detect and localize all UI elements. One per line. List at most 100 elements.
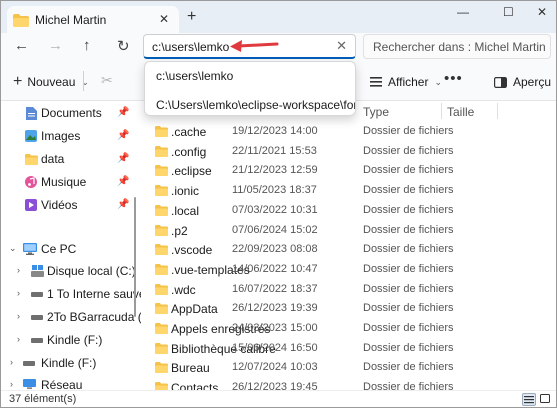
clear-address-icon[interactable]: ✕ bbox=[336, 38, 347, 54]
chevron-down-icon: ⌄ bbox=[434, 76, 443, 87]
refresh-icon[interactable]: ↻ bbox=[117, 37, 130, 55]
nav-item-musique[interactable]: Musique 📌 bbox=[1, 172, 139, 192]
file-date: 15/06/2024 16:50 bbox=[232, 341, 318, 354]
table-row[interactable]: Appels enregistrés 24/03/2023 15:00 Dossie… bbox=[141, 319, 556, 339]
table-row[interactable]: .wdc 16/07/2022 18:37 Dossier de fichiers bbox=[141, 280, 556, 300]
new-button[interactable]: + Nouveau ⌄ bbox=[13, 73, 89, 91]
nav-item-data[interactable]: data 📌 bbox=[1, 149, 139, 169]
nav-item-documents[interactable]: Documents 📌 bbox=[1, 103, 139, 123]
details-view-button[interactable] bbox=[522, 393, 536, 406]
videos-icon bbox=[25, 199, 37, 211]
file-name: Bureau bbox=[171, 361, 210, 376]
folder-icon bbox=[155, 244, 168, 256]
maximize-icon[interactable]: ☐ bbox=[503, 5, 514, 19]
nav-label: Ce PC bbox=[41, 242, 77, 256]
table-row[interactable]: .vue-templates 14/06/2022 10:47 Dossier de… bbox=[141, 260, 556, 280]
expand-icon[interactable]: › bbox=[17, 334, 20, 344]
table-row[interactable]: .cache 19/12/2023 14:00 Dossier de fichier… bbox=[141, 122, 556, 142]
file-date: 07/06/2024 15:02 bbox=[232, 223, 318, 236]
nav-item-images[interactable]: Images 📌 bbox=[1, 126, 139, 146]
preview-button[interactable]: Aperçu bbox=[494, 75, 551, 89]
file-date: 19/12/2023 14:00 bbox=[232, 125, 318, 137]
table-row[interactable]: .local 07/03/2022 10:31 Dossier de fichier… bbox=[141, 201, 556, 221]
tab-close-icon[interactable]: ✕ bbox=[159, 12, 169, 26]
cut-icon[interactable]: ✂ bbox=[101, 72, 113, 89]
file-type: Dossier de fichiers bbox=[363, 322, 454, 334]
folder-icon bbox=[155, 185, 168, 197]
search-input[interactable]: Rechercher dans : Michel Martin bbox=[363, 34, 551, 59]
drive-icon bbox=[23, 361, 35, 366]
expand-icon[interactable]: › bbox=[10, 357, 13, 367]
column-header-type[interactable]: Type bbox=[363, 105, 389, 119]
nav-label: Images bbox=[41, 129, 81, 143]
pin-icon: 📌 bbox=[117, 176, 130, 187]
file-type: Dossier de fichiers bbox=[363, 302, 454, 315]
more-options-icon[interactable]: ••• bbox=[444, 70, 463, 87]
documents-icon bbox=[26, 107, 37, 120]
file-name: AppData bbox=[171, 302, 218, 317]
annotation-arrow bbox=[230, 40, 279, 52]
expand-icon[interactable]: › bbox=[17, 311, 20, 321]
suggestion-item[interactable]: c:\users\lemko bbox=[156, 69, 233, 83]
scrollbar-thumb[interactable] bbox=[134, 197, 136, 317]
nav-item-videos[interactable]: Vidéos 📌 bbox=[1, 195, 139, 215]
file-date: 16/07/2022 18:37 bbox=[232, 282, 318, 295]
nav-item-drive-backup[interactable]: › 1 To Interne sauvegarde bbox=[1, 284, 176, 304]
nav-item-this-pc[interactable]: ⌄ Ce PC bbox=[1, 239, 139, 259]
item-count: 37 élément(s) bbox=[9, 393, 77, 405]
table-row[interactable]: .eclipse 21/12/2023 12:59 Dossier de fichi… bbox=[141, 161, 556, 181]
suggestion-item[interactable]: C:\Users\lemko\eclipse-workspace\formati… bbox=[156, 98, 355, 112]
file-date: 22/09/2023 08:08 bbox=[232, 243, 318, 256]
column-divider[interactable] bbox=[441, 103, 442, 119]
expand-icon[interactable]: › bbox=[17, 265, 20, 275]
pin-icon: 📌 bbox=[117, 199, 130, 210]
close-window-icon[interactable]: ✕ bbox=[537, 5, 547, 19]
expand-icon[interactable]: › bbox=[17, 288, 20, 298]
collapse-icon[interactable]: ⌄ bbox=[9, 243, 17, 254]
table-row[interactable]: Bureau 12/07/2024 10:03 Dossier de fichier… bbox=[141, 358, 556, 378]
nav-item-drive-c[interactable]: › Disque local (C:) bbox=[1, 261, 139, 281]
folder-icon bbox=[155, 323, 168, 334]
nav-item-drive-e[interactable]: › 2To BGarracuda (E:) bbox=[1, 307, 157, 327]
folder-icon bbox=[155, 382, 168, 390]
tiles-view-button[interactable] bbox=[539, 393, 553, 406]
minimize-icon[interactable]: — bbox=[457, 5, 469, 19]
back-icon[interactable]: ← bbox=[14, 37, 29, 54]
network-icon bbox=[23, 379, 36, 389]
nav-label: Vidéos bbox=[41, 198, 78, 212]
folder-icon bbox=[155, 362, 168, 374]
table-row[interactable]: .p2 07/06/2024 15:02 Dossier de fichiers bbox=[141, 221, 556, 241]
table-row[interactable]: AppData 26/12/2023 19:39 Dossier de fichie… bbox=[141, 299, 556, 319]
forward-icon[interactable]: → bbox=[48, 37, 63, 54]
column-header-size[interactable]: Taille bbox=[447, 105, 474, 119]
status-bar: 37 élément(s) bbox=[1, 390, 556, 407]
new-tab-button[interactable]: + bbox=[187, 8, 196, 26]
file-type: Dossier de fichiers bbox=[363, 184, 454, 197]
folder-icon bbox=[155, 165, 168, 177]
table-row[interactable]: Bibliothèque calibre 15/06/2024 16:50 Doss… bbox=[141, 339, 556, 359]
file-type: Dossier de fichiers bbox=[363, 262, 454, 275]
new-label: Nouveau bbox=[27, 75, 76, 89]
nav-scrollbar[interactable] bbox=[133, 101, 137, 390]
file-list: Type Taille .cache 19/12/2023 14:00 Dossie… bbox=[141, 101, 556, 390]
table-row[interactable]: Contacts 26/12/2023 19:45 Dossier de fichi… bbox=[141, 378, 556, 390]
table-row[interactable]: .config 22/11/2021 15:53 Dossier de fichie… bbox=[141, 142, 556, 162]
tab-michel-martin[interactable]: Michel Martin ✕ bbox=[7, 6, 179, 34]
up-icon[interactable]: ↑ bbox=[83, 37, 91, 54]
file-name: .ionic bbox=[171, 184, 200, 199]
folder-icon bbox=[155, 303, 168, 315]
nav-item-drive-f[interactable]: › Kindle (F:) bbox=[1, 330, 139, 350]
column-divider[interactable] bbox=[497, 103, 498, 119]
file-date: 26/12/2023 19:45 bbox=[232, 381, 318, 390]
table-row[interactable]: .vscode 22/09/2023 08:08 Dossier de fichie… bbox=[141, 240, 556, 260]
file-date: 14/06/2022 10:47 bbox=[232, 262, 318, 275]
navigation-pane: Documents 📌 Images 📌 data 📌 Musique 📌 Vi… bbox=[1, 101, 176, 392]
address-value: c:\users\lemko bbox=[152, 40, 230, 54]
expand-icon[interactable]: › bbox=[10, 379, 13, 389]
local-disk-icon bbox=[31, 265, 44, 277]
file-name: .config bbox=[171, 144, 207, 159]
view-button[interactable]: Afficher ⌄ bbox=[370, 75, 442, 89]
file-explorer-window: Michel Martin ✕ + — ☐ ✕ ← → ↑ ↻ c:\users… bbox=[0, 0, 557, 408]
nav-item-kindle-root[interactable]: › Kindle (F:) bbox=[1, 353, 139, 373]
table-row[interactable]: .ionic 11/05/2023 18:37 Dossier de fichier… bbox=[141, 181, 556, 201]
